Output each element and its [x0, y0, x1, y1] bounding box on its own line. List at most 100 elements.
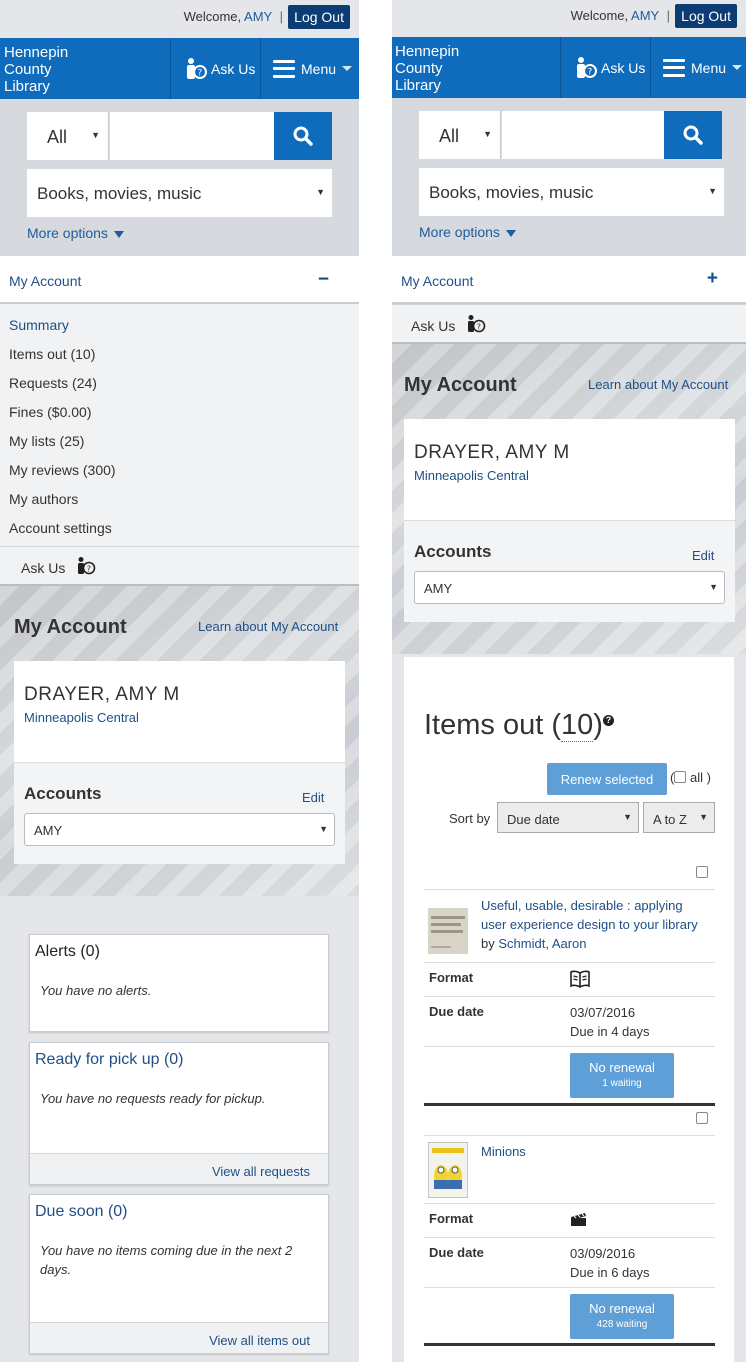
more-options-link[interactable]: More options	[27, 225, 124, 241]
home-branch[interactable]: Minneapolis Central	[24, 710, 345, 725]
my-account-heading: My Account	[404, 374, 517, 396]
search-scope-select[interactable]: All ▼	[419, 111, 501, 159]
account-hero: My Account Learn about My Account DRAYER…	[0, 586, 359, 896]
select-all-checkbox[interactable]	[674, 771, 687, 783]
home-branch[interactable]: Minneapolis Central	[414, 468, 735, 483]
site-header: Hennepin County Library ? Ask Us Menu	[0, 38, 359, 99]
ready-pickup-panel: Ready for pick up (0) You have no reques…	[29, 1042, 329, 1185]
library-logo[interactable]: Hennepin County Library	[395, 43, 459, 94]
nav-requests[interactable]: Requests (24)	[9, 370, 359, 399]
patron-card: DRAYER, AMY M Minneapolis Central Accoun…	[404, 419, 735, 622]
no-renewal-button[interactable]: No renewal 1 waiting	[570, 1053, 674, 1098]
sort-order-select[interactable]: A to Z ▼	[643, 802, 715, 833]
dropdown-arrow-icon: ▼	[623, 812, 632, 822]
dropdown-arrow-icon: ▼	[483, 129, 492, 139]
due-in-value: Due in 6 days	[570, 1265, 650, 1280]
dropdown-arrow-icon: ▼	[319, 824, 328, 834]
logout-button[interactable]: Log Out	[288, 5, 350, 29]
dropdown-arrow-icon: ▼	[708, 186, 717, 196]
no-renewal-button[interactable]: No renewal 428 waiting	[570, 1294, 674, 1339]
ask-us-icon: ?	[78, 557, 96, 575]
accounts-section: Accounts Edit AMY ▼	[14, 762, 345, 864]
category-select[interactable]: Books, movies, music ▼	[27, 169, 332, 217]
ask-us-row[interactable]: Ask Us ?	[392, 304, 746, 344]
svg-text:?: ?	[87, 565, 91, 574]
left-screen: Welcome, AMY | Log Out Hennepin County L…	[0, 0, 359, 1362]
menu-button[interactable]: Menu	[650, 37, 746, 98]
my-account-toggle[interactable]: My Account +	[392, 256, 746, 304]
search-button[interactable]	[664, 111, 722, 159]
menu-button[interactable]: Menu	[260, 38, 359, 99]
nav-my-lists[interactable]: My lists (25)	[9, 428, 359, 457]
items-out-count: 10	[561, 709, 594, 742]
nav-my-authors[interactable]: My authors	[9, 486, 359, 515]
nav-summary[interactable]: Summary	[9, 312, 359, 341]
library-logo[interactable]: Hennepin County Library	[4, 44, 68, 95]
ask-us-label: Ask Us	[211, 60, 256, 77]
due-soon-title[interactable]: Due soon (0)	[30, 1195, 328, 1221]
dropdown-arrow-icon: ▼	[91, 130, 100, 140]
collapse-icon[interactable]: −	[318, 269, 329, 291]
search-scope-select[interactable]: All ▼	[27, 112, 109, 160]
account-nav: Summary Items out (10) Requests (24) Fin…	[0, 304, 359, 546]
due-date-value: 03/07/2016	[570, 1005, 636, 1020]
ready-pickup-title[interactable]: Ready for pick up (0)	[30, 1043, 328, 1069]
item-checkbox[interactable]	[696, 1112, 708, 1124]
search-input[interactable]	[110, 112, 274, 160]
accounts-title: Accounts	[24, 784, 102, 803]
item-author-link[interactable]: Schmidt, Aaron	[498, 936, 586, 951]
renew-selected-button[interactable]: Renew selected	[547, 763, 667, 795]
movie-icon	[571, 1213, 586, 1226]
search-icon	[293, 126, 313, 146]
patron-card: DRAYER, AMY M Minneapolis Central Accoun…	[14, 661, 345, 864]
item-title-link[interactable]: Useful, usable, desirable : applying use…	[481, 898, 698, 932]
hamburger-icon	[273, 59, 295, 78]
nav-my-reviews[interactable]: My reviews (300)	[9, 457, 359, 486]
user-link[interactable]: AMY	[631, 8, 659, 23]
accounts-section: Accounts Edit AMY ▼	[404, 520, 735, 622]
format-row: Format	[424, 962, 715, 996]
due-in-value: Due in 4 days	[570, 1024, 650, 1039]
item-checkbox[interactable]	[696, 866, 708, 878]
menu-label: Menu	[301, 60, 337, 77]
search-area: All ▼ Books, movies, music ▼ More options	[0, 99, 359, 256]
expand-icon[interactable]: +	[707, 268, 718, 290]
ask-us-button[interactable]: ? Ask Us	[560, 37, 650, 98]
account-select[interactable]: AMY ▼	[414, 571, 725, 604]
ask-us-icon: ?	[187, 57, 207, 79]
user-link[interactable]: AMY	[244, 9, 272, 24]
view-all-items-out-link[interactable]: View all items out	[30, 1322, 328, 1353]
ask-us-row[interactable]: Ask Us ?	[0, 546, 359, 586]
dropdown-arrow-icon: ▼	[699, 812, 708, 822]
renewal-row: No renewal 1 waiting	[424, 1046, 715, 1102]
learn-about-link[interactable]: Learn about My Account	[588, 377, 728, 392]
separator: |	[279, 9, 283, 24]
account-select[interactable]: AMY ▼	[24, 813, 335, 846]
nav-account-settings[interactable]: Account settings	[9, 515, 359, 544]
sort-field-select[interactable]: Due date ▼	[497, 802, 639, 833]
my-account-toggle[interactable]: My Account −	[0, 256, 359, 304]
search-area: All ▼ Books, movies, music ▼ More options	[392, 98, 746, 256]
items-out-heading: Items out (10)?	[424, 709, 614, 742]
item-title-link[interactable]: Minions	[481, 1142, 706, 1161]
nav-items-out[interactable]: Items out (10)	[9, 341, 359, 370]
view-all-requests-link[interactable]: View all requests	[30, 1153, 328, 1184]
nav-fines[interactable]: Fines ($0.00)	[9, 399, 359, 428]
search-icon	[683, 125, 703, 145]
my-account-label: My Account	[401, 273, 474, 289]
edit-accounts-link[interactable]: Edit	[302, 790, 324, 805]
more-options-link[interactable]: More options	[419, 224, 516, 240]
due-date-row: Due date 03/09/2016 Due in 6 days	[424, 1237, 715, 1287]
ask-us-button[interactable]: ? Ask Us	[170, 38, 260, 99]
search-input[interactable]	[502, 111, 666, 159]
edit-accounts-link[interactable]: Edit	[692, 548, 714, 563]
dropdown-arrow-icon: ▼	[709, 582, 718, 592]
learn-about-link[interactable]: Learn about My Account	[198, 619, 338, 634]
logout-button[interactable]: Log Out	[675, 4, 737, 28]
help-icon[interactable]: ?	[602, 715, 614, 727]
category-select[interactable]: Books, movies, music ▼	[419, 168, 724, 216]
search-button[interactable]	[274, 112, 332, 160]
movie-cover-thumbnail[interactable]	[428, 1142, 468, 1198]
book-cover-thumbnail[interactable]	[428, 908, 468, 954]
format-row: Format	[424, 1203, 715, 1237]
